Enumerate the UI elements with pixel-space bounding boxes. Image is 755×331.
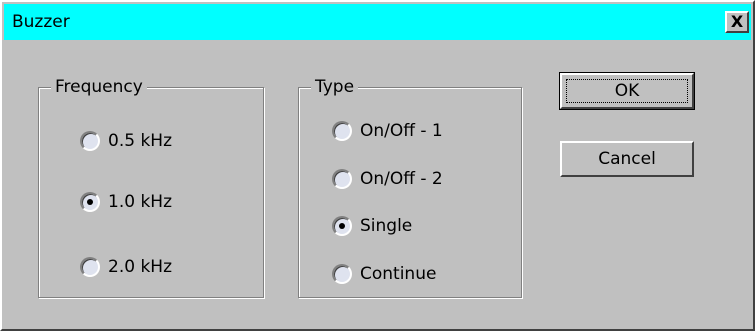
ok-button[interactable]: OK — [559, 72, 695, 110]
type-group-label: Type — [311, 76, 359, 98]
radio-button-icon[interactable] — [332, 121, 352, 141]
type-option-on-off-2[interactable]: On/Off - 2 — [332, 167, 443, 191]
window-title: Buzzer — [12, 12, 70, 32]
frequency-option-label: 1.0 kHz — [108, 192, 172, 212]
frequency-group-label: Frequency — [51, 76, 147, 98]
title-bar[interactable]: Buzzer X — [4, 4, 751, 40]
type-option-label: On/Off - 1 — [360, 121, 443, 141]
radio-button-checked-icon[interactable] — [332, 216, 352, 236]
radio-button-icon[interactable] — [80, 131, 100, 151]
radio-button-icon[interactable] — [80, 257, 100, 277]
radio-button-icon[interactable] — [332, 169, 352, 189]
type-option-label: Single — [360, 216, 413, 236]
radio-button-checked-icon[interactable] — [80, 192, 100, 212]
type-option-label: On/Off - 2 — [360, 169, 443, 189]
type-option-single[interactable]: Single — [332, 214, 412, 238]
ok-button-label: OK — [614, 81, 640, 101]
frequency-option-0-5-khz[interactable]: 0.5 kHz — [80, 129, 172, 153]
frequency-option-label: 0.5 kHz — [108, 131, 172, 151]
close-icon: X — [730, 12, 744, 31]
type-option-continue[interactable]: Continue — [332, 262, 436, 286]
cancel-button[interactable]: Cancel — [560, 141, 694, 177]
type-option-on-off-1[interactable]: On/Off - 1 — [332, 119, 443, 143]
close-button[interactable]: X — [725, 11, 749, 33]
frequency-option-label: 2.0 kHz — [108, 257, 172, 277]
frequency-option-2-0-khz[interactable]: 2.0 kHz — [80, 255, 172, 279]
frequency-option-1-0-khz[interactable]: 1.0 kHz — [80, 190, 172, 214]
cancel-button-label: Cancel — [598, 149, 656, 169]
type-option-label: Continue — [360, 264, 437, 284]
radio-button-icon[interactable] — [332, 264, 352, 284]
